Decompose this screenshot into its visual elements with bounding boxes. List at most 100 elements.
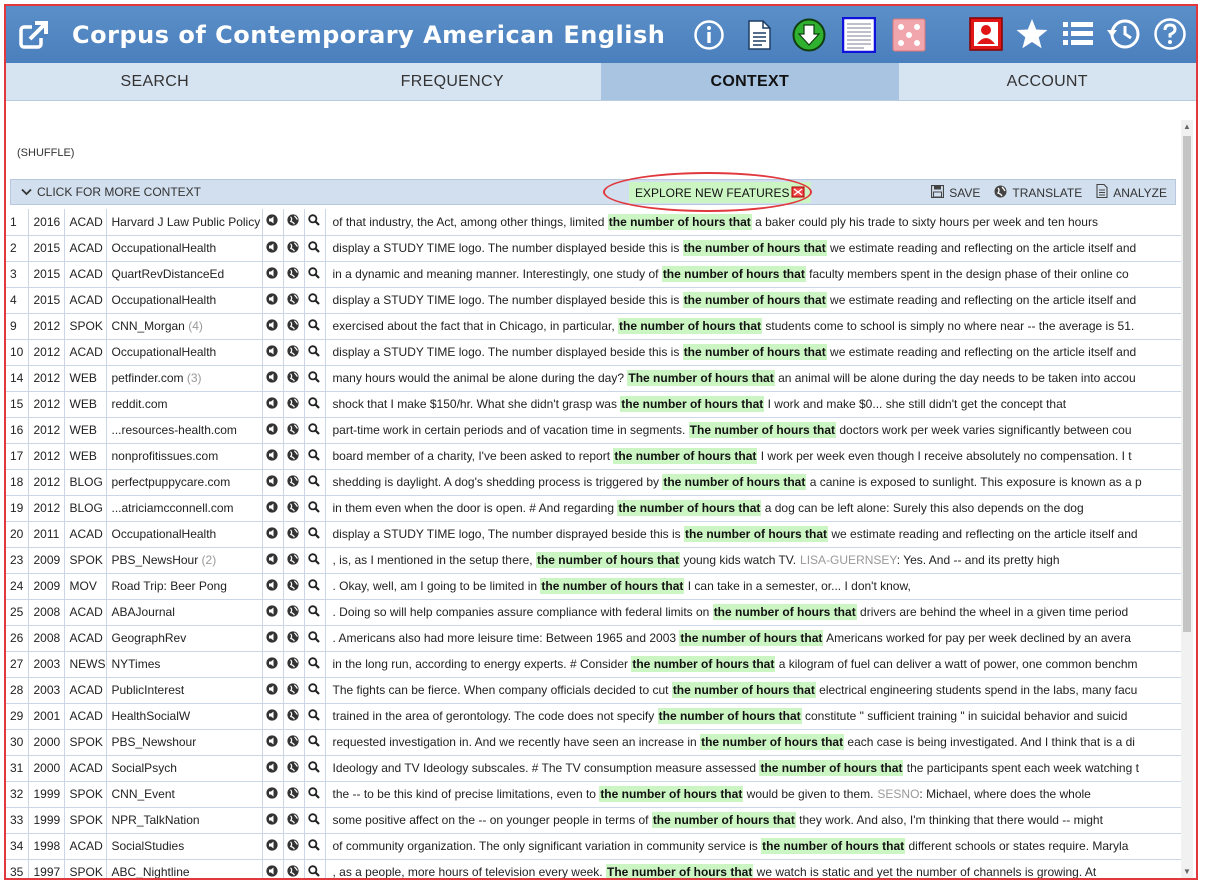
table-row[interactable]: 32 1999 SPOK CNN_Event the -- to be this… <box>6 781 1186 808</box>
audio-cell[interactable] <box>262 521 284 548</box>
search-cell[interactable] <box>304 573 326 600</box>
translate-cell[interactable] <box>283 703 305 730</box>
audio-cell[interactable] <box>262 807 284 834</box>
row-source[interactable]: PBS_NewsHour (2) <box>106 547 263 574</box>
row-source[interactable]: OccupationalHealth <box>106 521 263 548</box>
table-row[interactable]: 3 2015 ACAD QuartRevDistanceEd in a dyna… <box>6 261 1186 288</box>
scroll-thumb[interactable] <box>1183 136 1191 632</box>
translate-cell[interactable] <box>283 443 305 470</box>
search-cell[interactable] <box>304 495 326 522</box>
table-row[interactable]: 34 1998 ACAD SocialStudies of community … <box>6 833 1186 860</box>
document-icon[interactable] <box>741 17 777 53</box>
table-row[interactable]: 14 2012 WEB petfinder.com (3) many hours… <box>6 365 1186 392</box>
translate-cell[interactable] <box>283 781 305 808</box>
translate-button[interactable]: TRANSLATE <box>994 185 1082 201</box>
table-row[interactable]: 2 2015 ACAD OccupationalHealth display a… <box>6 235 1186 262</box>
audio-cell[interactable] <box>262 209 284 236</box>
download-icon[interactable] <box>791 17 827 53</box>
search-cell[interactable] <box>304 209 326 236</box>
translate-cell[interactable] <box>283 599 305 626</box>
search-cell[interactable] <box>304 261 326 288</box>
audio-cell[interactable] <box>262 573 284 600</box>
row-context[interactable]: requested investigation in. And we recen… <box>325 729 1186 756</box>
row-source[interactable]: Harvard J Law Public Policy <box>106 209 263 236</box>
translate-cell[interactable] <box>283 365 305 392</box>
row-source[interactable]: CNN_Morgan (4) <box>106 313 263 340</box>
translate-cell[interactable] <box>283 391 305 418</box>
row-context[interactable]: display a STUDY TIME logo. The number di… <box>325 339 1186 366</box>
translate-cell[interactable] <box>283 235 305 262</box>
row-context[interactable]: shock that I make $150/hr. What she didn… <box>325 391 1186 418</box>
audio-cell[interactable] <box>262 469 284 496</box>
table-row[interactable]: 24 2009 MOV Road Trip: Beer Pong . Okay,… <box>6 573 1186 600</box>
translate-cell[interactable] <box>283 625 305 652</box>
table-row[interactable]: 15 2012 WEB reddit.com shock that I make… <box>6 391 1186 418</box>
row-source[interactable]: PBS_Newshour <box>106 729 263 756</box>
translate-cell[interactable] <box>283 755 305 782</box>
row-context[interactable]: . Americans also had more leisure time: … <box>325 625 1186 652</box>
search-cell[interactable] <box>304 599 326 626</box>
search-cell[interactable] <box>304 313 326 340</box>
explore-features-button[interactable]: EXPLORE NEW FEATURES <box>629 182 812 203</box>
row-source[interactable]: Road Trip: Beer Pong <box>106 573 263 600</box>
shuffle-link[interactable]: (SHUFFLE) <box>17 147 74 159</box>
row-source[interactable]: ...resources-health.com <box>106 417 263 444</box>
row-context[interactable]: in them even when the door is open. # An… <box>325 495 1186 522</box>
row-source[interactable]: PublicInterest <box>106 677 263 704</box>
audio-cell[interactable] <box>262 261 284 288</box>
search-cell[interactable] <box>304 781 326 808</box>
translate-cell[interactable] <box>283 859 305 878</box>
row-source[interactable]: SocialStudies <box>106 833 263 860</box>
more-context-toggle[interactable]: CLICK FOR MORE CONTEXT <box>21 185 201 199</box>
translate-cell[interactable] <box>283 677 305 704</box>
translate-cell[interactable] <box>283 521 305 548</box>
audio-cell[interactable] <box>262 625 284 652</box>
scroll-down-arrow[interactable]: ▼ <box>1183 867 1191 876</box>
table-row[interactable]: 31 2000 ACAD SocialPsych Ideology and TV… <box>6 755 1186 782</box>
translate-cell[interactable] <box>283 339 305 366</box>
tab-search[interactable]: SEARCH <box>6 63 304 100</box>
audio-cell[interactable] <box>262 677 284 704</box>
table-row[interactable]: 30 2000 SPOK PBS_Newshour requested inve… <box>6 729 1186 756</box>
translate-cell[interactable] <box>283 261 305 288</box>
table-row[interactable]: 33 1999 SPOK NPR_TalkNation some positiv… <box>6 807 1186 834</box>
row-source[interactable]: perfectpuppycare.com <box>106 469 263 496</box>
search-cell[interactable] <box>304 833 326 860</box>
audio-cell[interactable] <box>262 599 284 626</box>
table-row[interactable]: 29 2001 ACAD HealthSocialW trained in th… <box>6 703 1186 730</box>
audio-cell[interactable] <box>262 495 284 522</box>
search-cell[interactable] <box>304 703 326 730</box>
text-sample-icon[interactable] <box>841 16 877 53</box>
row-context[interactable]: the -- to be this kind of precise limita… <box>325 781 1186 808</box>
search-cell[interactable] <box>304 339 326 366</box>
table-row[interactable]: 28 2003 ACAD PublicInterest The fights c… <box>6 677 1186 704</box>
table-row[interactable]: 23 2009 SPOK PBS_NewsHour (2) , is, as I… <box>6 547 1186 574</box>
random-dice-icon[interactable] <box>891 17 927 53</box>
scroll-up-arrow[interactable]: ▲ <box>1183 122 1191 131</box>
translate-cell[interactable] <box>283 313 305 340</box>
translate-cell[interactable] <box>283 495 305 522</box>
row-source[interactable]: reddit.com <box>106 391 263 418</box>
translate-cell[interactable] <box>283 547 305 574</box>
audio-cell[interactable] <box>262 365 284 392</box>
audio-cell[interactable] <box>262 859 284 878</box>
search-cell[interactable] <box>304 807 326 834</box>
translate-cell[interactable] <box>283 469 305 496</box>
translate-cell[interactable] <box>283 209 305 236</box>
translate-cell[interactable] <box>283 729 305 756</box>
user-profile-icon[interactable] <box>968 16 1004 52</box>
search-cell[interactable] <box>304 391 326 418</box>
row-context[interactable]: shedding is daylight. A dog's shedding p… <box>325 469 1186 496</box>
row-context[interactable]: display a STUDY TIME logo. The number di… <box>325 287 1186 314</box>
row-context[interactable]: , is, as I mentioned in the setup there,… <box>325 547 1186 574</box>
row-source[interactable]: petfinder.com (3) <box>106 365 263 392</box>
table-row[interactable]: 35 1997 SPOK ABC_Nightline , as a people… <box>6 859 1186 878</box>
translate-cell[interactable] <box>283 287 305 314</box>
row-context[interactable]: . Okay, well, am I going to be limited i… <box>325 573 1186 600</box>
table-row[interactable]: 25 2008 ACAD ABAJournal . Doing so will … <box>6 599 1186 626</box>
table-row[interactable]: 17 2012 WEB nonprofitissues.com board me… <box>6 443 1186 470</box>
table-row[interactable]: 10 2012 ACAD OccupationalHealth display … <box>6 339 1186 366</box>
row-source[interactable]: ABAJournal <box>106 599 263 626</box>
row-source[interactable]: GeographRev <box>106 625 263 652</box>
audio-cell[interactable] <box>262 313 284 340</box>
